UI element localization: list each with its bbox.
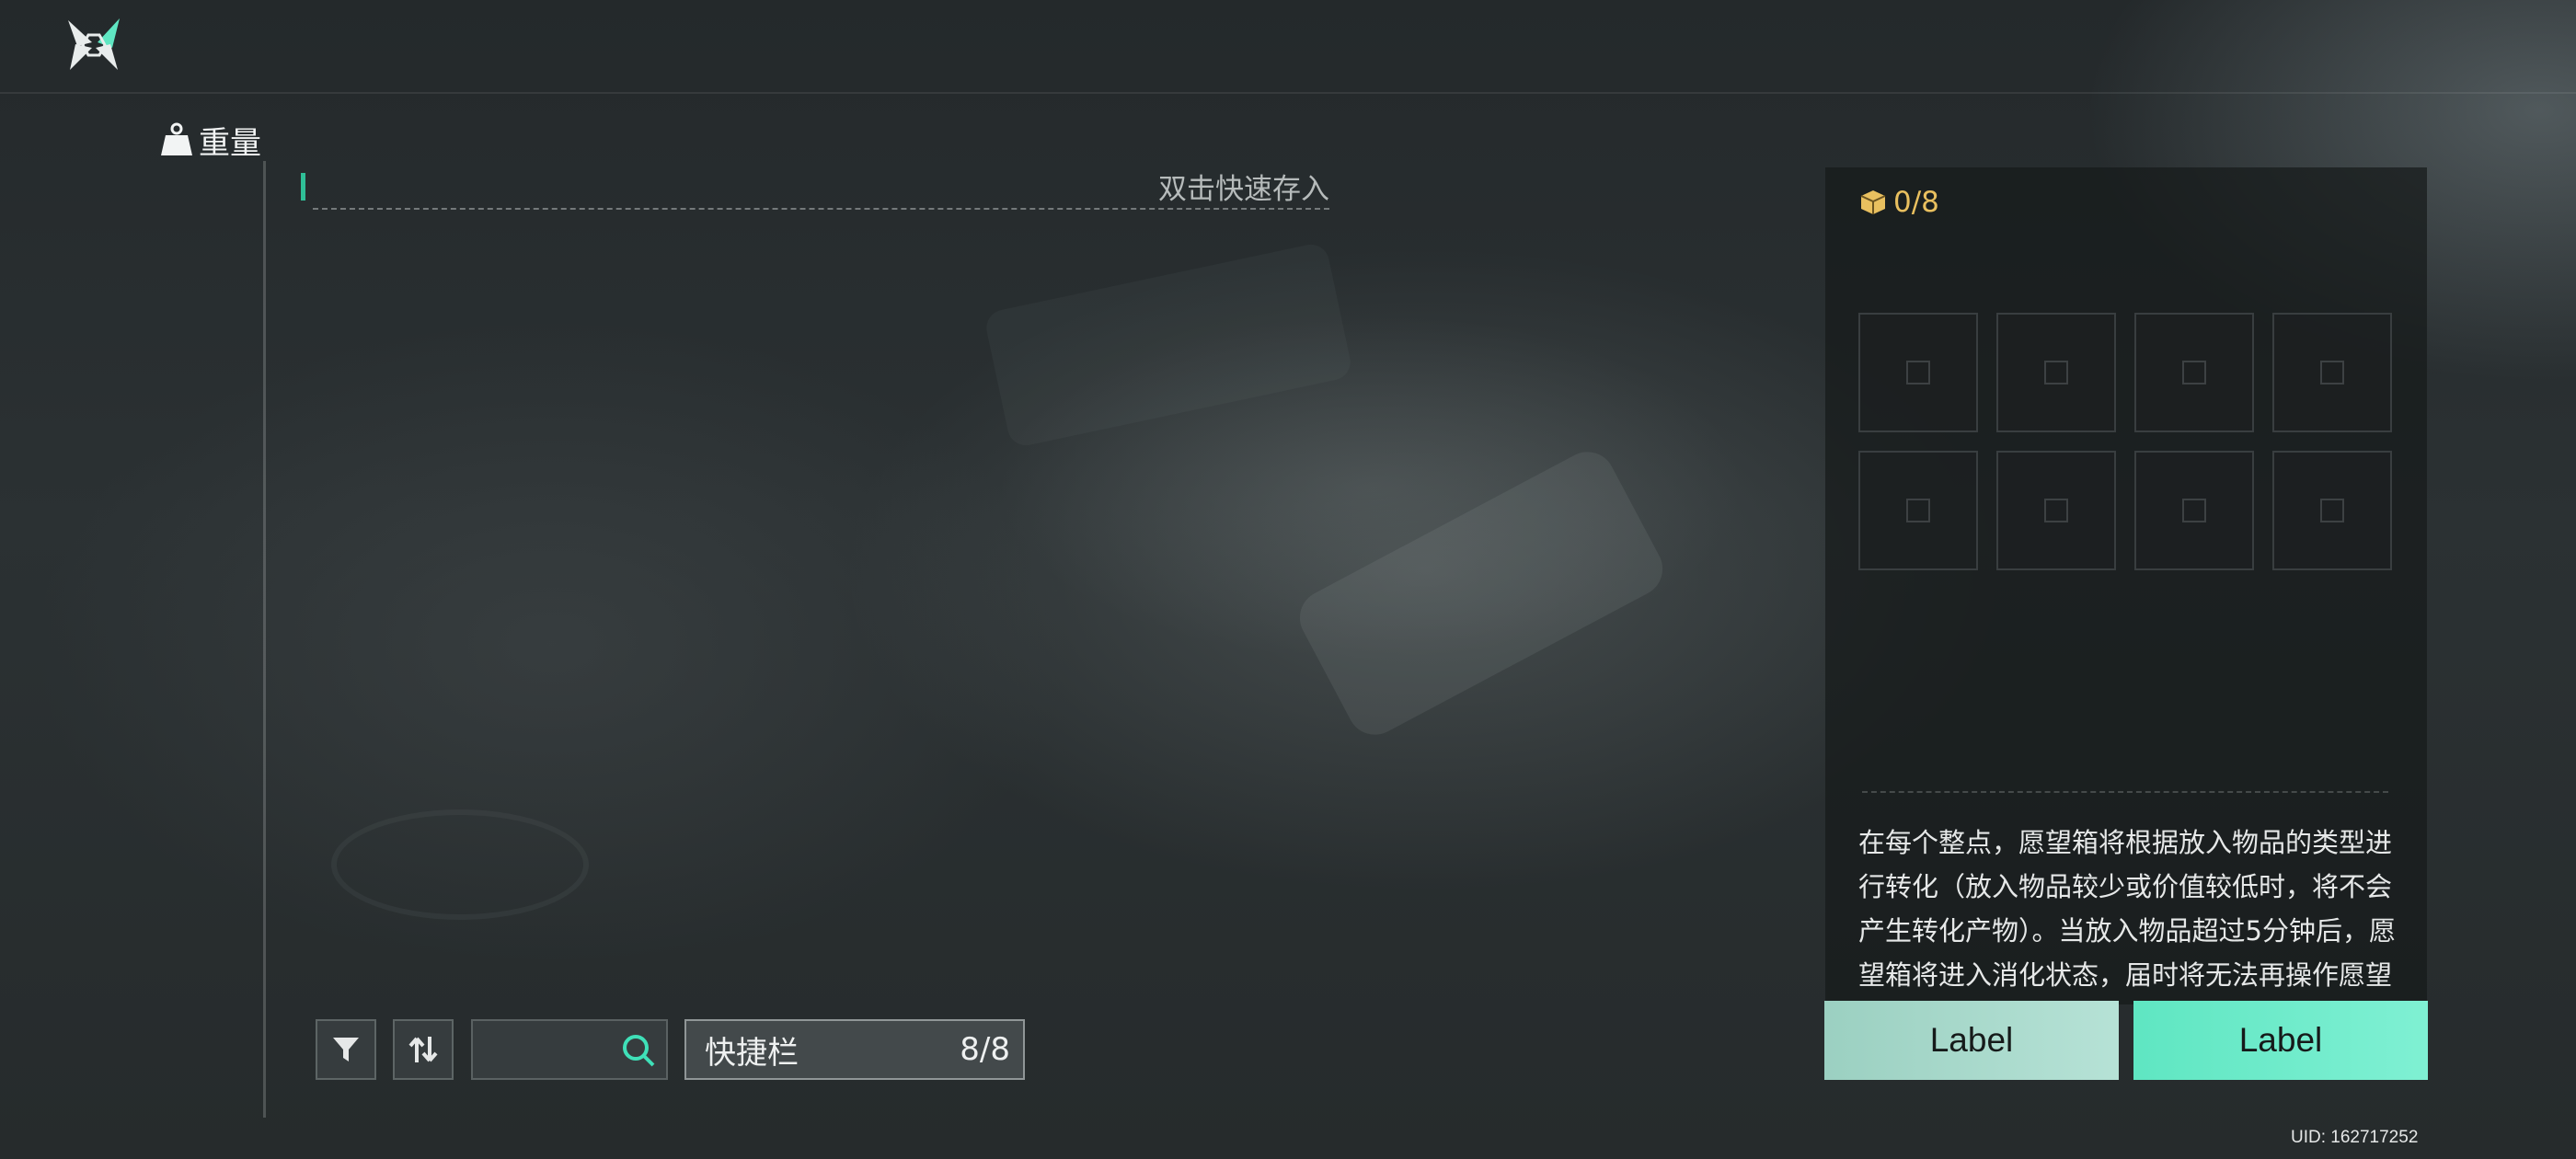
weight-label: 重量 [160, 120, 261, 162]
item-slot[interactable] [2134, 451, 2254, 570]
item-slot[interactable] [2272, 313, 2392, 432]
item-slot[interactable] [2272, 451, 2392, 570]
weight-text: 重量 [199, 124, 261, 162]
search-box[interactable] [471, 1019, 668, 1080]
left-divider [263, 161, 266, 1118]
deposit-marker [301, 173, 305, 201]
item-slot[interactable] [1858, 313, 1978, 432]
quick-deposit-hint: 双击快速存入 [313, 169, 1329, 210]
box-icon [1860, 190, 1886, 214]
item-slot[interactable] [2134, 313, 2254, 432]
search-icon[interactable] [620, 1032, 657, 1069]
wish-box-slots [1858, 313, 2392, 570]
item-slot[interactable] [1858, 451, 1978, 570]
wish-box-description[interactable]: 在每个整点，愿望箱将根据放入物品的类型进行转化（放入物品较少或价值较低时，将不会… [1858, 820, 2401, 1003]
capacity-text: 0/8 [1893, 186, 1939, 219]
sort-icon [408, 1037, 438, 1062]
game-logo-icon[interactable] [64, 17, 123, 74]
top-bar [0, 0, 2576, 94]
filter-button[interactable] [316, 1019, 376, 1080]
quickbar-count: 8/8 [960, 1031, 1010, 1068]
panel-divider [1862, 791, 2388, 793]
weight-icon [161, 122, 192, 155]
quickbar-label: 快捷栏 [705, 1034, 799, 1072]
item-slot[interactable] [1996, 313, 2116, 432]
sort-button[interactable] [393, 1019, 454, 1080]
item-slot[interactable] [1996, 451, 2116, 570]
left-action-button[interactable]: Label [1824, 1001, 2119, 1080]
quickbar-selector[interactable]: 快捷栏 8/8 [684, 1019, 1025, 1080]
wish-box-capacity: 0/8 [1858, 184, 1939, 221]
search-input[interactable] [482, 1028, 611, 1073]
filter-icon [333, 1038, 359, 1061]
uid-label: UID: 162717252 [2291, 1128, 2419, 1147]
right-action-button[interactable]: Label [2133, 1001, 2428, 1080]
